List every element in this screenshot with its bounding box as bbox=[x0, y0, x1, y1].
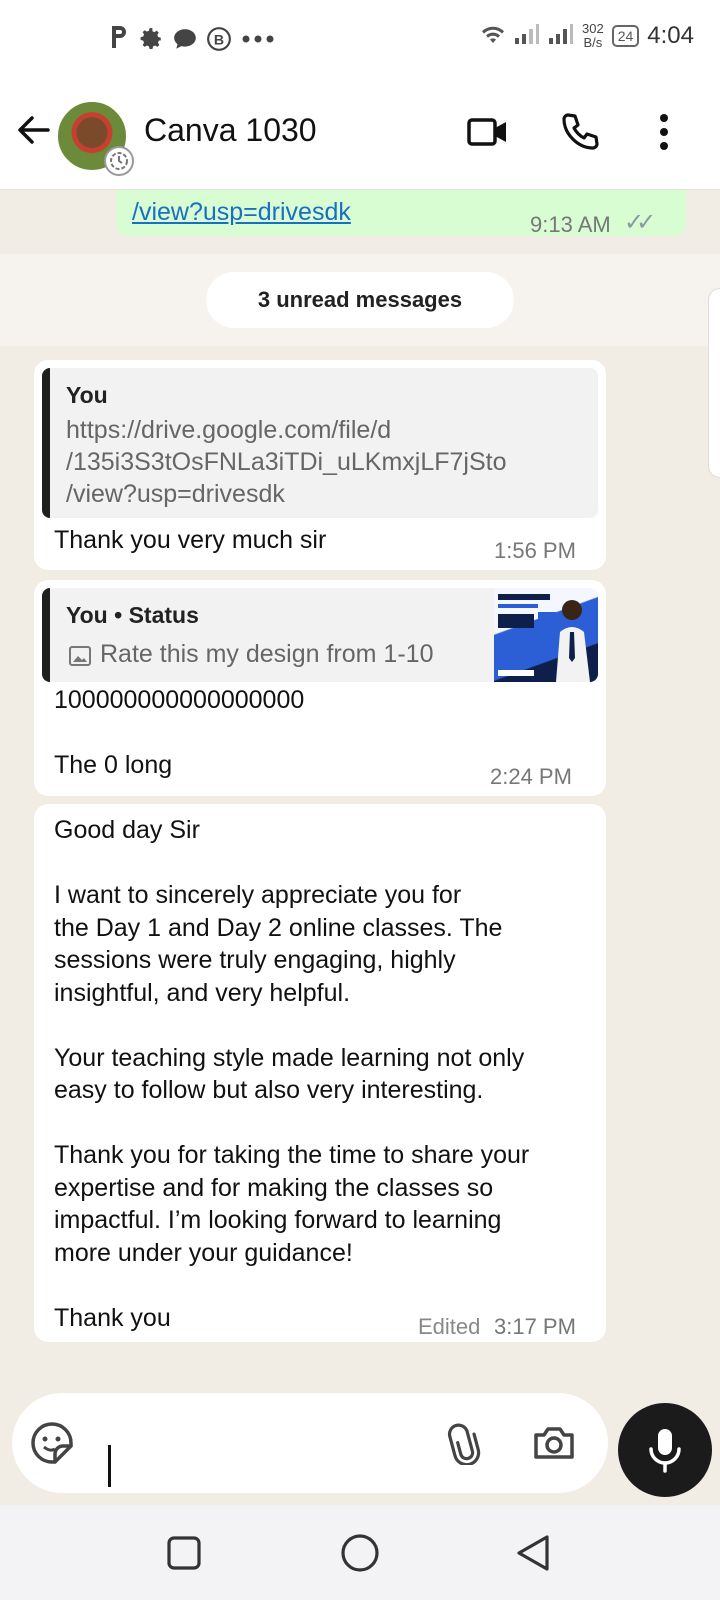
text-cursor bbox=[108, 1445, 111, 1487]
status-left-icons: B bbox=[108, 24, 276, 59]
parking-icon bbox=[108, 24, 130, 59]
message-time: 2:24 PM bbox=[490, 764, 572, 789]
quote-text: https://drive.google.com/file/d /135i3S3… bbox=[66, 416, 507, 508]
sticker-icon[interactable] bbox=[30, 1421, 74, 1470]
gear-icon bbox=[138, 26, 164, 57]
home-icon[interactable] bbox=[340, 1533, 380, 1578]
chat-header: Canva 1030 bbox=[0, 80, 720, 190]
camera-icon[interactable] bbox=[532, 1421, 576, 1470]
image-icon bbox=[68, 644, 92, 673]
message-time: 9:13 AM bbox=[530, 212, 611, 237]
message-time: 1:56 PM bbox=[494, 538, 576, 563]
b-circle-icon: B bbox=[206, 26, 232, 57]
message-text: Good day Sir I want to sincerely appreci… bbox=[54, 816, 530, 1332]
recents-icon[interactable] bbox=[166, 1535, 202, 1576]
incoming-message[interactable]: Good day Sir I want to sincerely appreci… bbox=[34, 804, 606, 1342]
signal-icon-2 bbox=[548, 23, 574, 50]
clock: 4:04 bbox=[647, 22, 694, 49]
side-panel-edge[interactable] bbox=[708, 288, 720, 478]
network-speed: 302 B/s bbox=[582, 22, 604, 50]
quote-text: Rate this my design from 1-10 bbox=[100, 640, 434, 668]
more-dots-icon bbox=[240, 26, 276, 57]
status-clock-icon bbox=[104, 146, 134, 176]
mic-icon bbox=[645, 1427, 685, 1478]
quoted-status[interactable]: You • Status Rate this my design from 1-… bbox=[42, 588, 598, 682]
edited-label: Edited bbox=[418, 1314, 481, 1339]
back-arrow-icon[interactable] bbox=[14, 110, 54, 150]
incoming-message[interactable]: You • Status Rate this my design from 1-… bbox=[34, 580, 606, 796]
message-input[interactable] bbox=[112, 1423, 432, 1467]
signal-icon bbox=[514, 23, 540, 50]
message-link[interactable]: /view?usp=drivesdk bbox=[132, 198, 351, 227]
wifi-icon bbox=[480, 23, 506, 50]
unread-messages-label: 3 unread messages bbox=[206, 272, 514, 328]
chat-bubble-icon bbox=[172, 26, 198, 57]
battery-indicator: 24 bbox=[611, 25, 640, 47]
net-speed-unit: B/s bbox=[583, 35, 603, 50]
net-speed-value: 302 bbox=[582, 21, 604, 36]
phone-icon[interactable] bbox=[558, 110, 602, 154]
message-text: Thank you very much sir bbox=[54, 526, 327, 554]
message-time: 3:17 PM bbox=[494, 1314, 576, 1339]
status-right: 302 B/s 24 4:04 bbox=[480, 22, 694, 50]
chat-area[interactable]: /view?usp=drivesdk 9:13 AM ✓✓ 3 unread m… bbox=[0, 190, 720, 1395]
status-bar: B 302 B/s 24 4:04 bbox=[0, 0, 720, 80]
system-nav-bar bbox=[0, 1505, 720, 1600]
outgoing-message[interactable]: /view?usp=drivesdk 9:13 AM ✓✓ bbox=[116, 190, 686, 237]
voice-record-button[interactable] bbox=[618, 1403, 712, 1497]
more-vert-icon[interactable] bbox=[642, 110, 686, 154]
contact-name[interactable]: Canva 1030 bbox=[144, 112, 317, 149]
message-composer[interactable] bbox=[12, 1393, 608, 1493]
message-text: 100000000000000000 The 0 long bbox=[54, 686, 305, 779]
svg-text:B: B bbox=[214, 31, 224, 47]
quoted-message[interactable]: You https://drive.google.com/file/d /135… bbox=[42, 368, 598, 518]
read-ticks-icon: ✓✓ bbox=[624, 209, 656, 236]
quote-author: You bbox=[66, 382, 108, 408]
attach-icon[interactable] bbox=[444, 1421, 484, 1470]
back-icon[interactable] bbox=[514, 1533, 552, 1578]
status-thumbnail[interactable] bbox=[494, 588, 598, 682]
incoming-message[interactable]: You https://drive.google.com/file/d /135… bbox=[34, 360, 606, 570]
quote-author: You • Status bbox=[66, 602, 199, 628]
video-call-icon[interactable] bbox=[466, 110, 510, 154]
